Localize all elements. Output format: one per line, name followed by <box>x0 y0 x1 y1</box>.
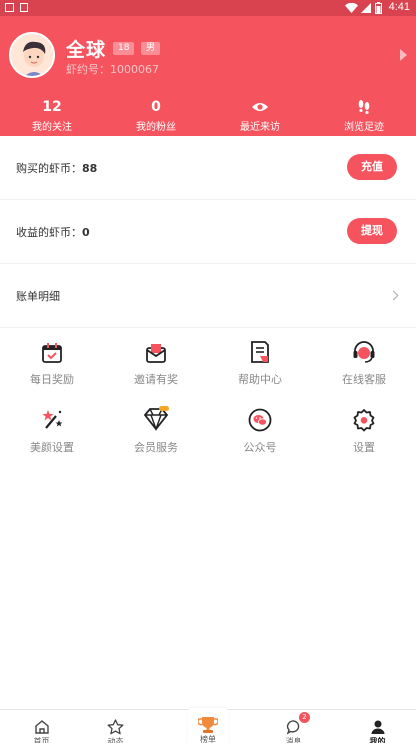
withdraw-button[interactable]: 提现 <box>347 218 397 244</box>
settings-gear-icon <box>353 409 375 432</box>
signal-icon <box>361 3 371 13</box>
profile-header[interactable]: 全球 18 男 虾约号：1000067 12 我的关注 0 我的粉丝 最近来访 … <box>0 16 416 136</box>
browse-footprints-label: 浏览足迹 <box>344 122 384 133</box>
help-center-label: 帮助中心 <box>238 373 282 386</box>
avatar[interactable] <box>9 32 55 78</box>
message-icon <box>286 720 299 735</box>
trophy-icon <box>198 717 218 733</box>
tab-messages-label: 消息 <box>285 737 302 743</box>
notification-icon <box>5 3 14 12</box>
settings-label: 设置 <box>353 441 375 454</box>
stat-recent-visitors[interactable]: 最近来访 <box>208 98 312 133</box>
status-bar: 4:41 <box>0 0 416 16</box>
user-id: 虾约号：1000067 <box>66 63 159 76</box>
tab-home-label: 首页 <box>33 737 50 743</box>
fans-label: 我的粉丝 <box>136 122 176 133</box>
battery-icon <box>375 2 382 14</box>
tab-ranking-label: 榜单 <box>200 735 216 743</box>
person-icon <box>371 720 384 734</box>
tab-mine-label: 我的 <box>369 737 386 743</box>
bottom-tab-bar: 首页 动态 榜单 2 消息 我的 <box>0 708 416 743</box>
eye-icon <box>252 103 268 111</box>
message-badge: 2 <box>299 712 310 723</box>
fans-count: 0 <box>151 99 161 115</box>
tab-ranking[interactable]: 榜单 <box>188 708 228 743</box>
online-service-label: 在线客服 <box>342 373 386 386</box>
diamond-vip-icon <box>143 406 169 432</box>
help-document-icon <box>251 341 269 363</box>
grid-help-center[interactable]: 帮助中心 <box>208 338 312 387</box>
wechat-icon <box>248 408 272 432</box>
earned-coins-label: 收益的虾币： <box>16 226 82 239</box>
bill-details-label: 账单明细 <box>16 290 60 303</box>
tab-mine[interactable]: 我的 <box>336 710 416 743</box>
stat-following[interactable]: 12 我的关注 <box>0 98 104 133</box>
invite-reward-label: 邀请有奖 <box>134 373 178 386</box>
tab-moments[interactable]: 动态 <box>74 710 157 743</box>
bill-details-row[interactable]: 账单明细 <box>0 264 416 328</box>
grid-invite-reward[interactable]: 邀请有奖 <box>104 338 208 387</box>
bought-coins-value: 88 <box>82 162 98 175</box>
star-icon <box>107 719 124 735</box>
earned-coins-text: 收益的虾币：0 <box>16 224 90 240</box>
grid-daily-reward[interactable]: 每日奖励 <box>0 338 104 387</box>
footprints-icon <box>358 100 370 114</box>
grid-online-service[interactable]: 在线客服 <box>312 338 416 387</box>
grid-beauty-settings[interactable]: 美颜设置 <box>0 406 104 455</box>
tab-messages[interactable]: 2 消息 <box>252 710 335 743</box>
wifi-icon <box>345 3 358 13</box>
chevron-right-icon <box>388 290 399 301</box>
calendar-check-icon <box>42 343 62 363</box>
following-count: 12 <box>42 99 62 115</box>
bought-coins-text: 购买的虾币：88 <box>16 160 97 176</box>
clock: 4:41 <box>388 1 410 13</box>
bought-coins-label: 购买的虾币： <box>16 162 82 175</box>
following-label: 我的关注 <box>32 122 72 133</box>
vip-service-label: 会员服务 <box>134 441 178 454</box>
gender-badge: 男 <box>141 42 161 55</box>
recharge-button[interactable]: 充值 <box>347 154 397 180</box>
bought-coins-row: 购买的虾币：88 充值 <box>0 136 416 200</box>
invite-envelope-icon <box>146 344 166 363</box>
nickname: 全球 <box>66 39 107 61</box>
beauty-settings-label: 美颜设置 <box>30 441 74 454</box>
earned-coins-row: 收益的虾币：0 提现 <box>0 200 416 264</box>
grid-vip-service[interactable]: 会员服务 <box>104 406 208 455</box>
app-notification-icon <box>20 3 28 12</box>
stat-fans[interactable]: 0 我的粉丝 <box>104 98 208 133</box>
tab-moments-label: 动态 <box>107 737 124 743</box>
age-badge: 18 <box>113 42 135 55</box>
home-icon <box>34 720 49 734</box>
magic-wand-icon <box>42 410 63 429</box>
tab-home[interactable]: 首页 <box>0 710 83 743</box>
customer-service-icon <box>353 341 375 363</box>
recent-visitors-label: 最近来访 <box>240 122 280 133</box>
stat-browse-footprints[interactable]: 浏览足迹 <box>312 98 416 133</box>
grid-settings[interactable]: 设置 <box>312 406 416 455</box>
official-account-label: 公众号 <box>243 441 277 454</box>
grid-official-account[interactable]: 公众号 <box>208 406 312 455</box>
earned-coins-value: 0 <box>82 226 90 239</box>
profile-arrow-icon[interactable] <box>400 49 407 61</box>
daily-reward-label: 每日奖励 <box>30 373 74 386</box>
